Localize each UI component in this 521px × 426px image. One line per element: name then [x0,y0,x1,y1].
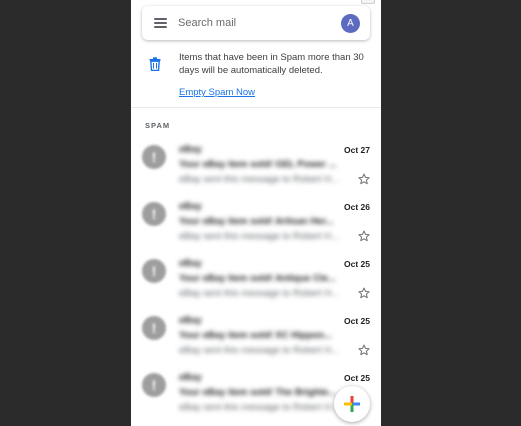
mail-snippet: eBay sent this message to Robert H... [179,345,339,356]
mail-snippet: eBay sent this message to Robert H... [179,231,339,242]
search-bar[interactable]: A [142,6,370,40]
sender-avatar: ! [142,202,166,226]
mail-sender: eBay [179,144,202,155]
mail-snippet: eBay sent this message to Robert H... [179,288,339,299]
mail-sender: eBay [179,372,202,383]
mail-item[interactable]: ! eBay Your eBay item sold! XC Hippon...… [131,308,381,365]
divider [131,107,381,108]
star-icon[interactable] [357,286,371,300]
sender-avatar: ! [142,145,166,169]
mail-list: ! eBay Your eBay item sold! GEL Power ..… [131,137,381,422]
star-icon[interactable] [357,229,371,243]
mail-sender: eBay [179,201,202,212]
spam-notice-text: Items that have been in Spam more than 3… [179,52,364,76]
phone-screen: A Items that have been in Spam more than… [131,0,381,426]
sender-avatar: ! [142,259,166,283]
mail-subject: Your eBay item sold! Artisan Her... [179,216,334,227]
mail-item[interactable]: ! eBay Your eBay item sold! Antique Cle.… [131,251,381,308]
mail-item[interactable]: ! eBay Your eBay item sold! GEL Power ..… [131,137,381,194]
trash-icon [149,57,161,71]
mail-sender: eBay [179,258,202,269]
mail-date: Oct 25 [344,373,370,383]
search-input[interactable] [178,15,328,31]
account-avatar[interactable]: A [341,14,360,33]
mail-item[interactable]: ! eBay Your eBay item sold! Artisan Her.… [131,194,381,251]
status-bar-fragment [361,0,375,4]
mail-snippet: eBay sent this message to Robert H... [179,402,339,413]
mail-snippet: eBay sent this message to Robert H... [179,174,339,185]
empty-spam-link[interactable]: Empty Spam Now [179,87,255,98]
mail-subject: Your eBay item sold! GEL Power ... [179,159,337,170]
mail-date: Oct 25 [344,259,370,269]
mail-sender: eBay [179,315,202,326]
star-icon[interactable] [357,172,371,186]
compose-plus-icon [344,396,360,412]
mail-date: Oct 27 [344,145,370,155]
mail-date: Oct 26 [344,202,370,212]
mail-subject: Your eBay item sold! XC Hippon... [179,330,332,341]
section-label: SPAM [145,121,171,130]
menu-icon[interactable] [154,18,167,28]
mail-subject: Your eBay item sold! The Brighte... [179,387,337,398]
mail-subject: Your eBay item sold! Antique Cle... [179,273,336,284]
mail-date: Oct 25 [344,316,370,326]
sender-avatar: ! [142,316,166,340]
compose-button[interactable] [334,386,370,422]
sender-avatar: ! [142,373,166,397]
star-icon[interactable] [357,343,371,357]
